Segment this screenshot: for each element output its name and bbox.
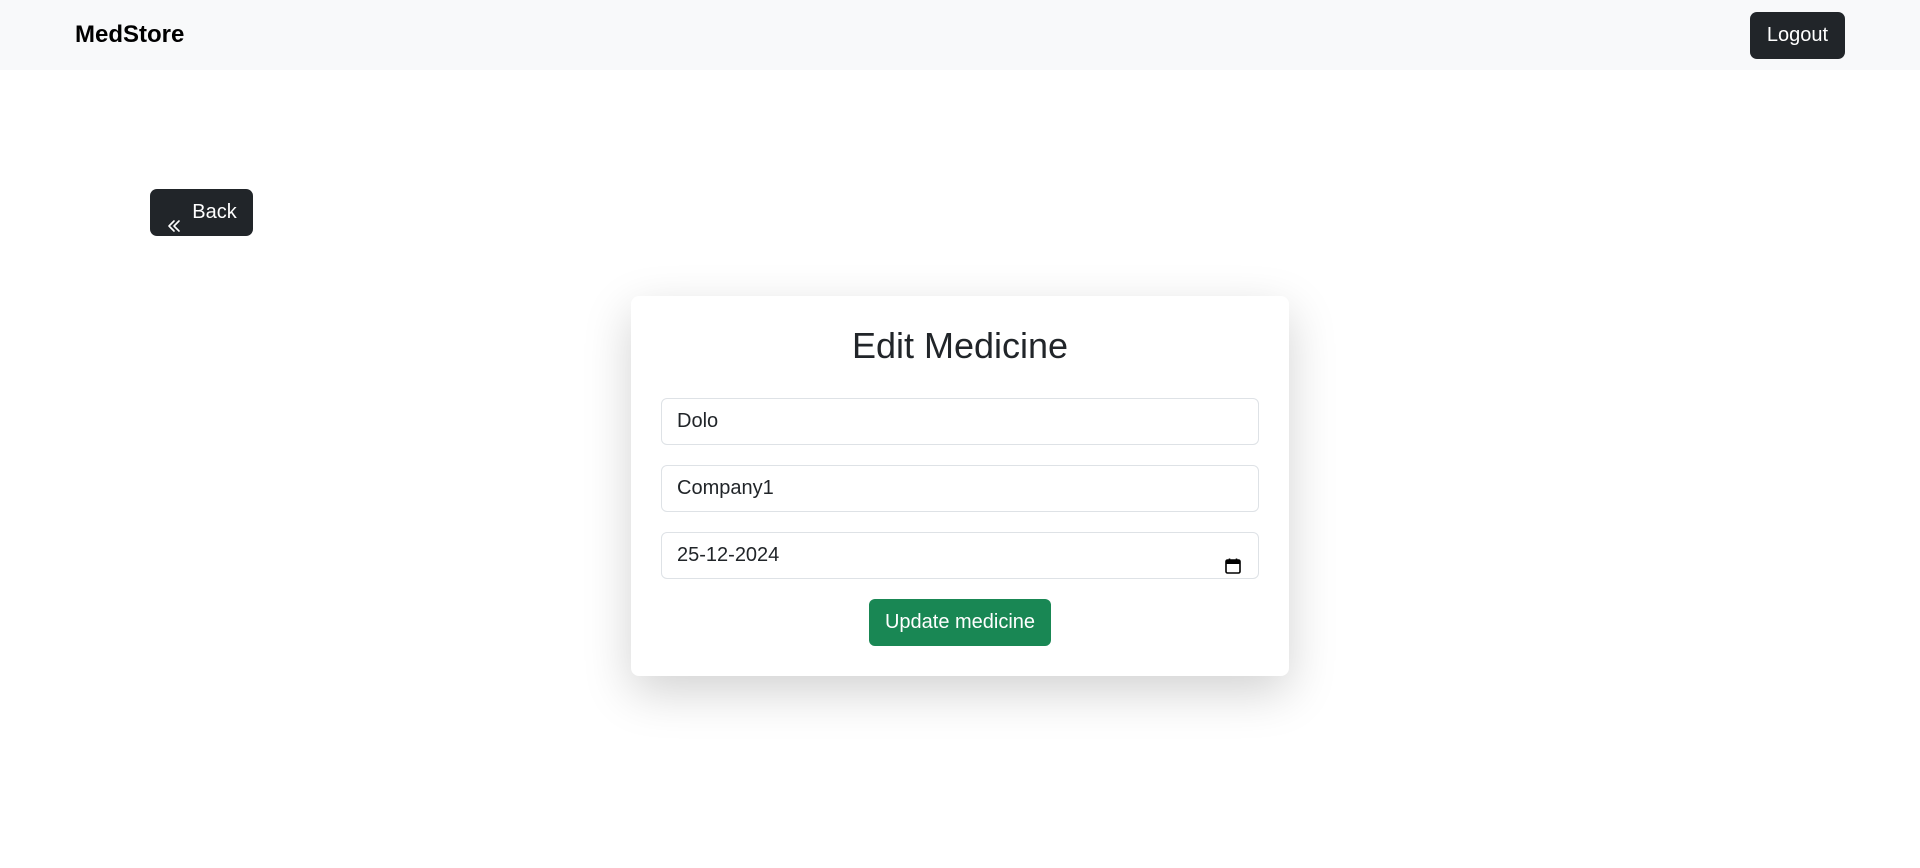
double-chevron-left-icon xyxy=(166,205,182,232)
navbar: MedStore Logout xyxy=(0,0,1920,70)
medicine-name-input[interactable]: Dolo xyxy=(661,398,1259,445)
logout-button[interactable]: Logout xyxy=(1750,12,1845,59)
company-input[interactable]: Company1 xyxy=(661,465,1259,512)
expiry-date-input[interactable]: 25-12-2024 xyxy=(661,532,1259,579)
expiry-date-value: 25-12-2024 xyxy=(677,544,780,566)
update-medicine-button[interactable]: Update medicine xyxy=(869,599,1051,646)
brand-logo[interactable]: MedStore xyxy=(75,20,184,50)
edit-medicine-card: Edit Medicine Dolo Company1 25-12-2024 U… xyxy=(631,296,1289,676)
calendar-icon[interactable] xyxy=(1224,547,1242,574)
back-button[interactable]: Back xyxy=(150,189,253,236)
form-title: Edit Medicine xyxy=(851,325,1069,366)
back-button-label: Back xyxy=(192,201,237,223)
